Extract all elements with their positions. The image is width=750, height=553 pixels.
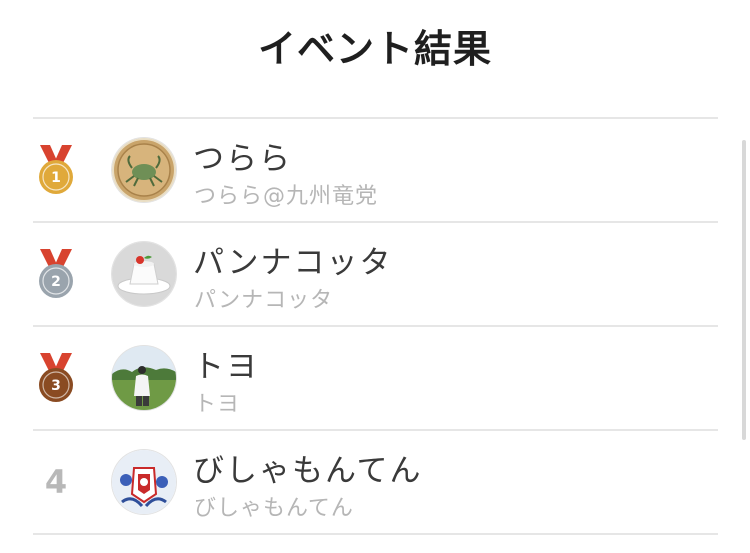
- event-results-page: イベント結果 1 つらら つらら@九州竜党 2 パンナコッタ パンナコッタ 3 …: [0, 0, 750, 553]
- results-list: 1 つらら つらら@九州竜党 2 パンナコッタ パンナコッタ 3 トヨ トヨ 4…: [33, 117, 718, 535]
- player-subname: びしゃもんてん: [194, 496, 354, 521]
- avatar[interactable]: [112, 138, 176, 202]
- page-title: イベント結果: [257, 27, 492, 71]
- player-name: パンナコッタ: [193, 245, 393, 281]
- player-subname: パンナコッタ: [194, 288, 334, 313]
- rank-number: 4: [44, 463, 68, 501]
- bronze-medal-icon: 3: [39, 353, 73, 402]
- rank-badge: 1: [33, 119, 79, 221]
- crab-coin-avatar: [112, 138, 176, 202]
- player-subname: つらら@九州竜党: [194, 184, 379, 209]
- player-subname: トヨ: [194, 392, 241, 417]
- medal-number: 3: [51, 378, 61, 394]
- field-photo-avatar: [112, 346, 176, 410]
- panna-cotta-avatar: [112, 242, 176, 306]
- avatar[interactable]: [112, 242, 176, 306]
- avatar[interactable]: [112, 450, 176, 514]
- rank-badge: 2: [33, 223, 79, 325]
- scrollbar[interactable]: [742, 140, 746, 440]
- medal-number: 2: [51, 274, 61, 290]
- result-row-2[interactable]: 2 パンナコッタ パンナコッタ: [33, 223, 718, 327]
- silver-medal-icon: 2: [39, 249, 73, 298]
- result-row-1[interactable]: 1 つらら つらら@九州竜党: [33, 119, 718, 223]
- result-row-4[interactable]: 4 びしゃもんてん びしゃもんてん: [33, 431, 718, 535]
- emblem-avatar: [112, 450, 176, 514]
- player-name: トヨ: [193, 349, 259, 385]
- player-name: びしゃもんてん: [193, 453, 423, 489]
- medal-number: 1: [51, 170, 61, 186]
- player-name: つらら: [193, 141, 292, 177]
- gold-medal-icon: 1: [39, 145, 73, 194]
- rank-badge: 3: [33, 327, 79, 429]
- result-row-3[interactable]: 3 トヨ トヨ: [33, 327, 718, 431]
- avatar[interactable]: [112, 346, 176, 410]
- rank-badge: 4: [33, 431, 79, 533]
